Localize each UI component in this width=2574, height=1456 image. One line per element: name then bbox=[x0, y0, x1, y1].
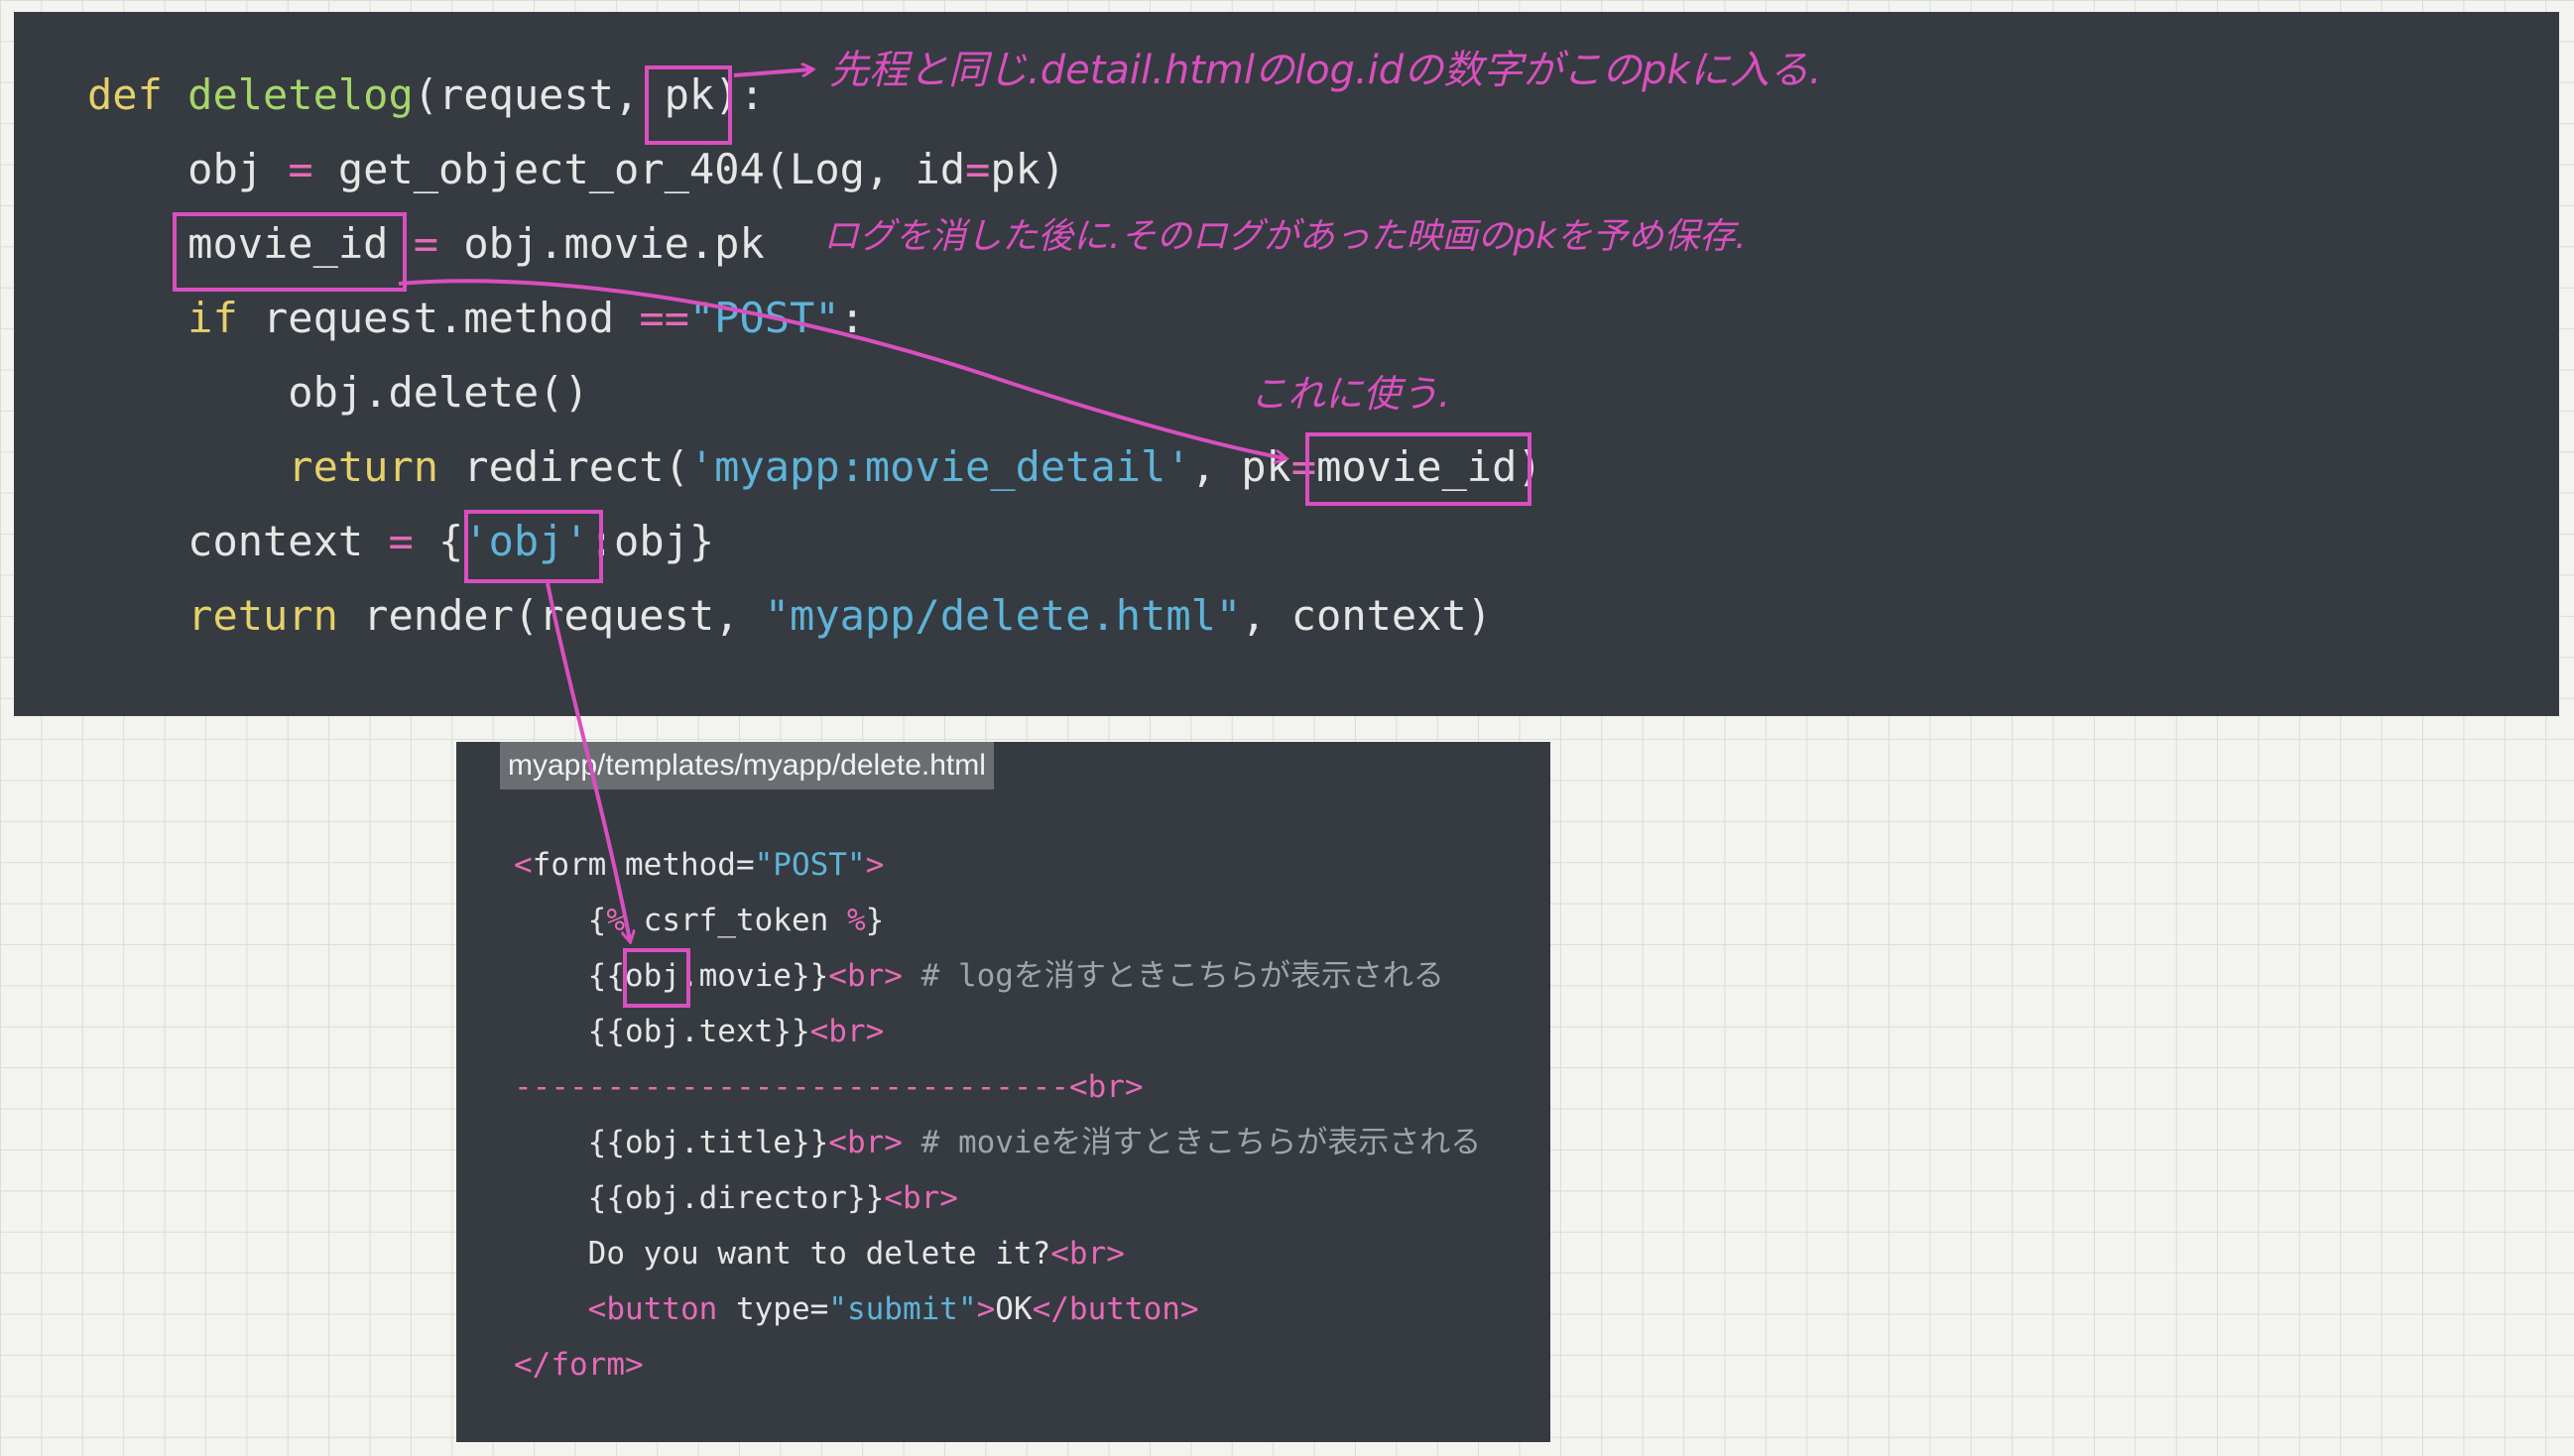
template-line-form-open: <form method="POST"> bbox=[514, 847, 885, 883]
template-line-form-close: </form> bbox=[514, 1347, 644, 1383]
template-line-csrf: {% csrf_token %} bbox=[587, 903, 885, 938]
code-line-obj: obj = get_object_or_404(Log, id=pk) bbox=[187, 145, 1066, 193]
code-line-movie-id: movie_id = obj.movie.pk bbox=[187, 219, 765, 268]
file-path-label: myapp/templates/myapp/delete.html bbox=[500, 742, 994, 789]
code-line-delete: obj.delete() bbox=[288, 368, 589, 417]
template-line-director: {{obj.director}}<br> bbox=[587, 1180, 958, 1216]
code-line-def: def deletelog(request, pk): bbox=[87, 70, 765, 119]
code-line-context: context = {'obj':obj} bbox=[187, 517, 715, 565]
code-line-redirect: return redirect('myapp:movie_detail', pk… bbox=[288, 442, 1542, 491]
template-line-movie: {{obj.movie}}<br> # logを消すときこちらが表示される bbox=[587, 958, 1444, 994]
template-line-title: {{obj.title}}<br> # movieを消すときこちらが表示される bbox=[587, 1125, 1482, 1160]
template-line-button: <button type="submit">OK</button> bbox=[587, 1291, 1199, 1327]
template-line-question: Do you want to delete it?<br> bbox=[587, 1236, 1125, 1272]
template-line-text: {{obj.text}}<br> bbox=[587, 1014, 885, 1049]
template-line-divider: ------------------------------<br> bbox=[514, 1069, 1144, 1105]
python-code-panel: def deletelog(request, pk): obj = get_ob… bbox=[14, 12, 2559, 716]
template-code-panel: myapp/templates/myapp/delete.html <form … bbox=[456, 742, 1550, 1442]
code-line-render: return render(request, "myapp/delete.htm… bbox=[187, 591, 1493, 640]
code-line-if: if request.method =="POST": bbox=[187, 294, 865, 342]
